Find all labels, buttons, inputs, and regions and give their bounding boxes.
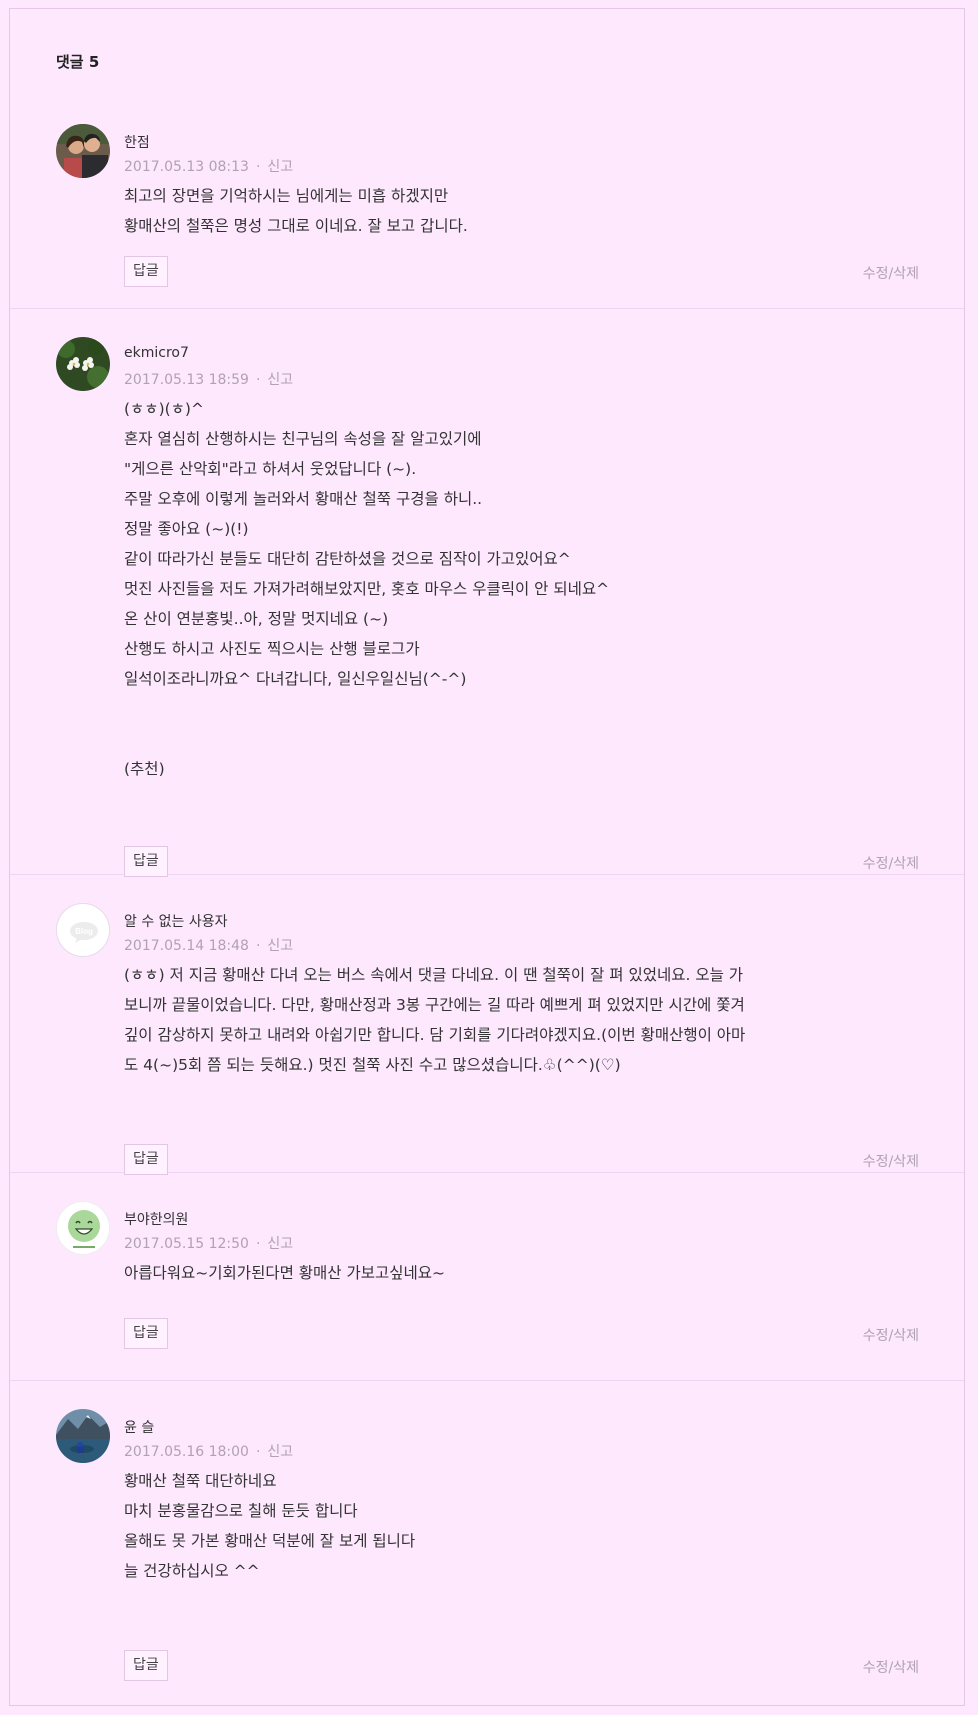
comment-item: ekmicro7 2017.05.13 18:59 · 신고 (ㅎㅎ)(ㅎ)^ 혼자… — [10, 309, 964, 877]
meta-separator: · — [255, 1444, 261, 1460]
comment-line: 아릅다워요~기회가된다면 황매산 가보고싶네요~ — [124, 1264, 446, 1282]
comment-meta: 2017.05.13 18:59 · 신고 — [124, 369, 293, 389]
report-link[interactable]: 신고 — [267, 1236, 293, 1252]
comment-line — [124, 724, 824, 754]
comment-author[interactable]: 알 수 없는 사용자 — [124, 911, 228, 931]
reply-button[interactable]: 답글 — [124, 1144, 168, 1175]
meta-separator: · — [255, 372, 261, 388]
comment-line: 도 4(~)5회 쯤 되는 듯해요.) 멋진 철쭉 사진 수고 많으셨습니다.♧… — [124, 1056, 621, 1074]
comment-line: 온 산이 연분홍빛..아, 정말 멋지네요 (~) — [124, 610, 389, 628]
white-flowers-avatar[interactable] — [56, 337, 110, 391]
reply-button[interactable]: 답글 — [124, 1318, 168, 1349]
comment-line: 정말 좋아요 (~)(!) — [124, 520, 249, 538]
mountain-lake-avatar[interactable] — [56, 1409, 110, 1463]
report-link[interactable]: 신고 — [267, 372, 293, 388]
comment-body: 최고의 장면을 기억하시는 님에게는 미흡 하겠지만 황매산의 철쭉은 명성 그… — [124, 181, 824, 241]
comment-line: 황매산의 철쭉은 명성 그대로 이네요. 잘 보고 갑니다. — [124, 217, 468, 235]
edit-delete-link[interactable]: 수정/삭제 — [863, 1151, 919, 1171]
meta-separator: · — [255, 938, 261, 954]
edit-delete-link[interactable]: 수정/삭제 — [863, 1325, 919, 1345]
reply-button[interactable]: 답글 — [124, 846, 168, 877]
reply-button[interactable]: 답글 — [124, 256, 168, 287]
comment-line: 황매산 철쭉 대단하네요 — [124, 1472, 277, 1490]
comment-line: 마치 분홍물감으로 칠해 둔듯 합니다 — [124, 1502, 358, 1520]
comments-panel: 댓글 5 한점 2017.05.13 08:13 · 신고 최고의 장면을 기억하시… — [9, 8, 965, 1706]
comment-body: (ㅎㅎ) 저 지금 황매산 다녀 오는 버스 속에서 댓글 다네요. 이 땐 철… — [124, 960, 824, 1080]
comment-body: 황매산 철쭉 대단하네요 마치 분홍물감으로 칠해 둔듯 합니다 올해도 못 가… — [124, 1466, 824, 1586]
comment-meta: 2017.05.14 18:48 · 신고 — [124, 935, 293, 955]
edit-delete-link[interactable]: 수정/삭제 — [863, 263, 919, 283]
comment-item: 한점 2017.05.13 08:13 · 신고 최고의 장면을 기억하시는 님에게… — [10, 116, 964, 309]
avatar-blog-text: Blog — [75, 927, 93, 936]
comment-item: 윤 슬 2017.05.16 18:00 · 신고 황매산 철쭉 대단하네요 마치 … — [10, 1381, 964, 1701]
comment-meta: 2017.05.15 12:50 · 신고 — [124, 1233, 293, 1253]
comment-date: 2017.05.15 12:50 — [124, 1236, 249, 1252]
couple-photo-avatar[interactable] — [56, 124, 110, 178]
comment-line: 늘 건강하십시오 ^^ — [124, 1562, 260, 1580]
comment-line: 멋진 사진들을 저도 가져가려해보았지만, 홋호 마우스 우클릭이 안 되네요^ — [124, 580, 610, 598]
smiley-face-avatar[interactable] — [56, 1201, 110, 1255]
comment-date: 2017.05.14 18:48 — [124, 938, 249, 954]
comment-body: (ㅎㅎ)(ㅎ)^ 혼자 열심히 산행하시는 친구님의 속성을 잘 알고있기에 "… — [124, 394, 824, 784]
comment-line: 일석이조라니까요^ 다녀갑니다, 일신우일신님(^-^) — [124, 670, 467, 688]
comment-author[interactable]: 윤 슬 — [124, 1417, 154, 1437]
comment-line: (ㅎㅎ)(ㅎ)^ — [124, 400, 204, 418]
comment-line: 혼자 열심히 산행하시는 친구님의 속성을 잘 알고있기에 — [124, 430, 482, 448]
comment-date: 2017.05.13 18:59 — [124, 372, 249, 388]
edit-delete-link[interactable]: 수정/삭제 — [863, 1657, 919, 1677]
comment-author[interactable]: ekmicro7 — [124, 345, 189, 361]
comment-line: 최고의 장면을 기억하시는 님에게는 미흡 하겠지만 — [124, 187, 449, 205]
comment-line — [124, 694, 824, 724]
comment-date: 2017.05.13 08:13 — [124, 159, 249, 175]
edit-delete-link[interactable]: 수정/삭제 — [863, 853, 919, 873]
comment-date: 2017.05.16 18:00 — [124, 1444, 249, 1460]
comment-meta: 2017.05.13 08:13 · 신고 — [124, 156, 293, 176]
meta-separator: · — [255, 1236, 261, 1252]
comment-line: "게으른 산악회"라고 하셔서 웃었답니다 (~). — [124, 460, 417, 478]
comment-line: 같이 따라가신 분들도 대단히 감탄하셨을 것으로 짐작이 가고있어요^ — [124, 550, 571, 568]
comment-line: 깊이 감상하지 못하고 내려와 아쉽기만 합니다. 담 기회를 기다려야겠지요.… — [124, 1026, 746, 1044]
report-link[interactable]: 신고 — [267, 159, 293, 175]
comment-meta: 2017.05.16 18:00 · 신고 — [124, 1441, 293, 1461]
comment-line: 올해도 못 가본 황매산 덕분에 잘 보게 됩니다 — [124, 1532, 416, 1550]
reply-button[interactable]: 답글 — [124, 1650, 168, 1681]
comments-count-title: 댓글 5 — [56, 53, 100, 71]
default-blog-avatar[interactable]: Blog — [56, 903, 110, 957]
comment-line: (추천) — [124, 760, 165, 778]
comment-line: (ㅎㅎ) 저 지금 황매산 다녀 오는 버스 속에서 댓글 다네요. 이 땐 철… — [124, 966, 744, 984]
report-link[interactable]: 신고 — [267, 1444, 293, 1460]
comment-item: Blog 알 수 없는 사용자 2017.05.14 18:48 · 신고 (ㅎㅎ)… — [10, 875, 964, 1175]
comment-line: 보니까 끝물이었습니다. 다만, 황매산정과 3봉 구간에는 길 따라 예쁘게 … — [124, 996, 745, 1014]
comment-body: 아릅다워요~기회가된다면 황매산 가보고싶네요~ — [124, 1258, 824, 1288]
comment-item: 부야한의원 2017.05.15 12:50 · 신고 아릅다워요~기회가된다면 황… — [10, 1173, 964, 1381]
comment-line: 주말 오후에 이렇게 놀러와서 황매산 철쭉 구경을 하니.. — [124, 490, 483, 508]
comment-author[interactable]: 부야한의원 — [124, 1209, 188, 1229]
report-link[interactable]: 신고 — [267, 938, 293, 954]
comment-line: 산행도 하시고 사진도 찍으시는 산행 블로그가 — [124, 640, 420, 658]
meta-separator: · — [255, 159, 261, 175]
comment-author[interactable]: 한점 — [124, 132, 150, 152]
